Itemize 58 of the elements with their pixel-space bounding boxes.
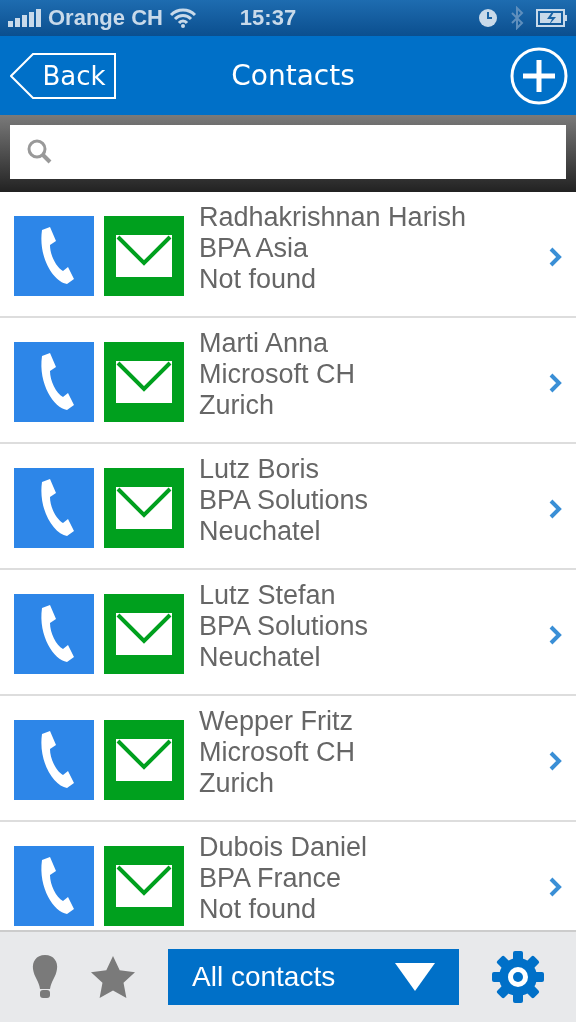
envelope-icon — [116, 235, 172, 277]
settings-icon[interactable] — [491, 950, 545, 1004]
contact-company: Microsoft CH — [199, 359, 356, 390]
chevron-icon[interactable] — [548, 246, 562, 268]
filter-dropdown[interactable]: All contacts — [168, 949, 459, 1005]
search-icon — [26, 138, 54, 166]
call-button[interactable] — [14, 216, 94, 296]
contact-name: Dubois Daniel — [199, 832, 369, 863]
envelope-icon — [116, 613, 172, 655]
wifi-icon — [168, 8, 197, 28]
caret-icon — [395, 963, 435, 991]
email-button[interactable] — [104, 846, 184, 926]
contact-city: Neuchatel — [199, 516, 322, 547]
call-button[interactable] — [14, 846, 94, 926]
clock-time: 15:37 — [239, 5, 297, 31]
chevron-icon[interactable] — [548, 750, 562, 772]
contact-name: Lutz Stefan — [199, 580, 337, 611]
envelope-icon — [116, 361, 172, 403]
contact-name: Lutz Boris — [199, 454, 321, 485]
contact-city: Zurich — [199, 390, 275, 421]
contact-city: Not found — [199, 264, 318, 295]
signal-icon — [8, 9, 42, 27]
email-button[interactable] — [104, 216, 184, 296]
chevron-icon[interactable] — [548, 624, 562, 646]
call-button[interactable] — [14, 342, 94, 422]
email-button[interactable] — [104, 342, 184, 422]
search-field[interactable] — [10, 125, 566, 179]
envelope-icon — [116, 739, 172, 781]
back-button[interactable]: Back — [10, 52, 116, 99]
email-button[interactable] — [104, 468, 184, 548]
contact-company: BPA Asia — [199, 233, 310, 264]
contact-name: Wepper Fritz — [199, 706, 355, 737]
contact-name: Marti Anna — [199, 328, 330, 359]
call-button[interactable] — [14, 720, 94, 800]
contact-name: Radhakrishnan Harish — [199, 202, 468, 233]
clock-icon — [478, 8, 498, 28]
add-icon[interactable] — [510, 46, 568, 105]
envelope-icon — [116, 865, 172, 907]
call-button[interactable] — [14, 594, 94, 674]
chevron-icon[interactable] — [548, 498, 562, 520]
email-button[interactable] — [104, 594, 184, 674]
chevron-icon[interactable] — [548, 876, 562, 898]
contact-company: BPA Solutions — [199, 611, 370, 642]
contact-city: Zurich — [199, 768, 275, 799]
lightbulb-icon — [30, 953, 60, 1001]
chevron-icon[interactable] — [548, 372, 562, 394]
bluetooth-icon — [510, 6, 524, 30]
star-icon — [90, 955, 136, 999]
contact-city: Neuchatel — [199, 642, 322, 673]
contact-company: Microsoft CH — [199, 737, 356, 768]
contact-company: BPA France — [199, 863, 343, 894]
envelope-icon — [116, 487, 172, 529]
contact-company: BPA Solutions — [199, 485, 370, 516]
contact-city: Not found — [199, 894, 318, 925]
call-button[interactable] — [14, 468, 94, 548]
battery-icon — [536, 9, 568, 27]
email-button[interactable] — [104, 720, 184, 800]
carrier-name: Orange CH — [48, 5, 163, 31]
